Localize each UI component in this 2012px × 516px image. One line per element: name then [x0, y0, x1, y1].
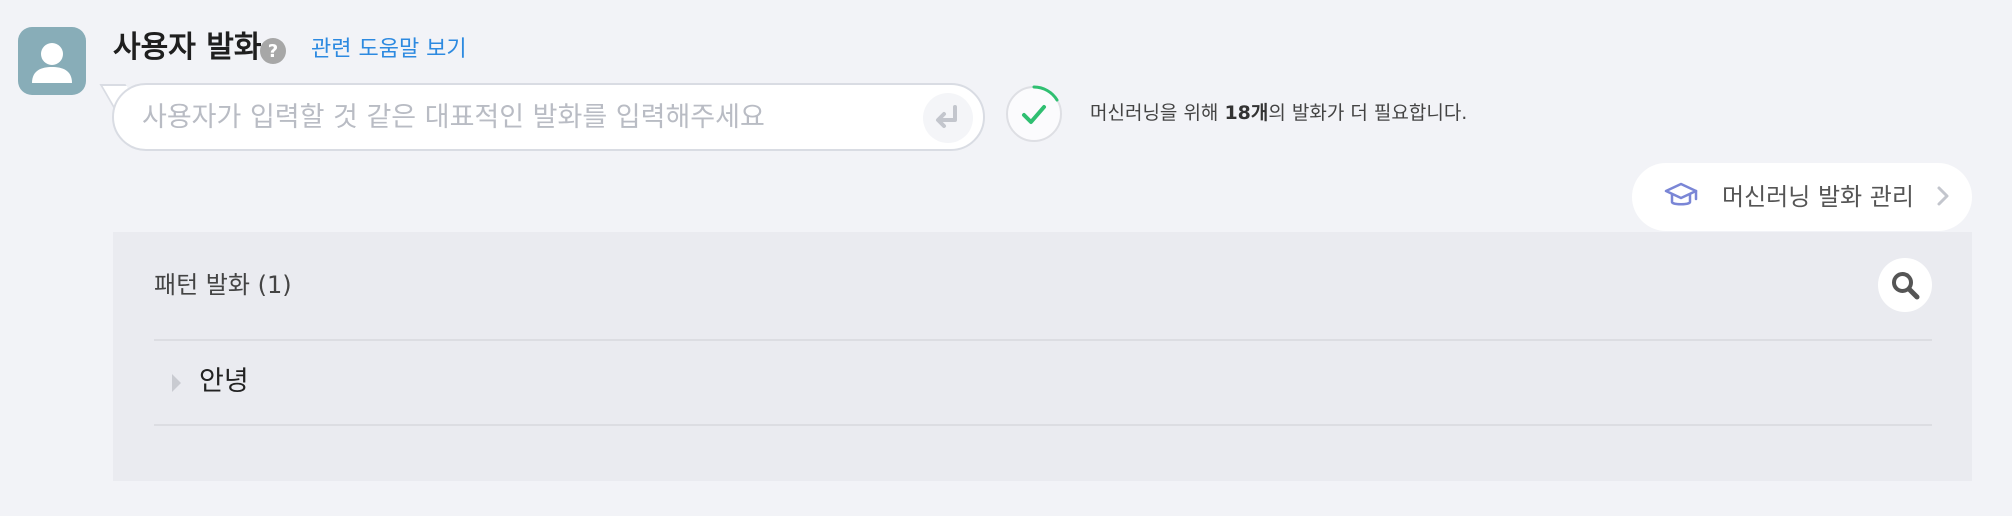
caret-right-icon[interactable] [172, 374, 181, 392]
graduation-cap-icon [1664, 182, 1698, 206]
search-icon [1892, 272, 1920, 300]
user-icon [32, 43, 72, 83]
enter-return-icon [936, 105, 957, 128]
check-progress-icon [1006, 85, 1062, 142]
ml-manage-label: 머신러닝 발화 관리 [1722, 183, 1914, 211]
pattern-panel-title: 패턴 발화 (1) [154, 271, 292, 299]
pattern-utterance-text: 안녕 [199, 366, 249, 397]
pattern-utterance-panel: 패턴 발화 (1) 안녕 [113, 232, 1972, 481]
avatar [18, 27, 86, 95]
search-button[interactable] [1878, 258, 1932, 312]
ml-utterance-manage-button[interactable]: 머신러닝 발화 관리 [1632, 163, 1972, 231]
help-link[interactable]: 관련 도움말 보기 [311, 34, 467, 66]
ml-status-suffix: 의 발화가 더 필요합니다. [1268, 102, 1468, 124]
enter-button[interactable] [923, 93, 973, 143]
chevron-right-icon [1937, 186, 1949, 206]
ml-progress-indicator [1005, 85, 1063, 143]
utterance-input[interactable] [140, 95, 900, 139]
question-circle-icon[interactable]: ? [260, 38, 286, 64]
list-item[interactable]: 안녕 [154, 342, 1932, 424]
utterance-input-bubble [112, 83, 985, 151]
divider [154, 424, 1932, 426]
page-title: 사용자 발화 [113, 30, 262, 65]
ml-status-message: 머신러닝을 위해 18개의 발화가 더 필요합니다. [1090, 100, 1467, 126]
divider [154, 339, 1932, 341]
ml-status-prefix: 머신러닝을 위해 [1090, 102, 1225, 124]
ml-status-count: 18개 [1224, 102, 1269, 124]
